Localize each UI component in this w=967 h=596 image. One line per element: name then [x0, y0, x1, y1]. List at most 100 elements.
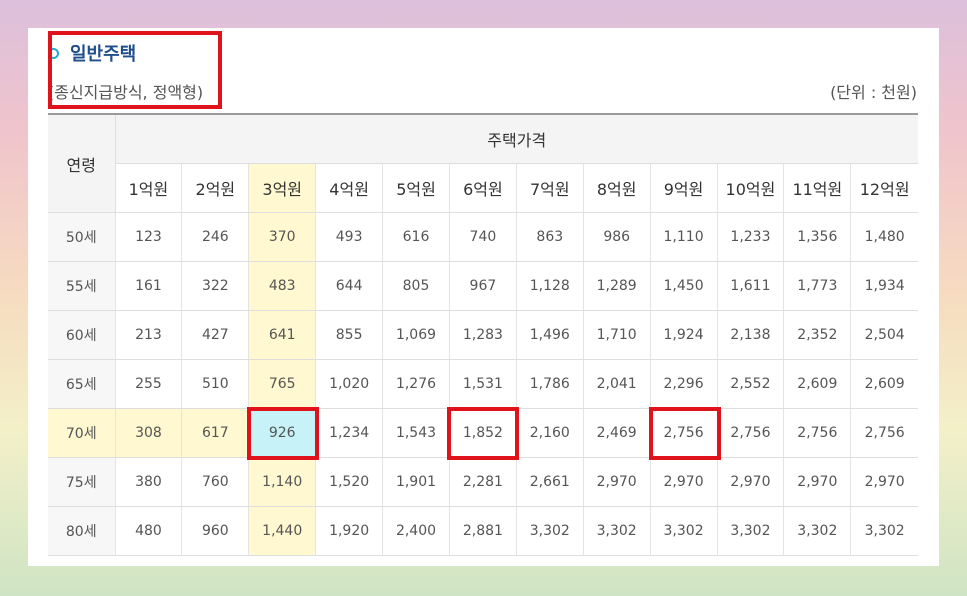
table-cell: 2,469: [583, 408, 651, 458]
table-cell: 760: [181, 457, 250, 507]
table-cell: 1,276: [382, 359, 450, 409]
table-cell: 740: [449, 212, 517, 262]
unit-label: (단위 : 천원): [830, 83, 917, 102]
column-header: 6억원: [449, 163, 517, 213]
column-header: 2억원: [181, 163, 250, 213]
table-cell: 2,970: [717, 457, 785, 507]
age-cell: 70세: [48, 408, 116, 458]
table-cell: 3,302: [583, 506, 651, 556]
price-header: 주택가격: [115, 114, 918, 164]
table-cell: 2,970: [850, 457, 918, 507]
table-cell: 1,450: [650, 261, 718, 311]
age-cell: 80세: [48, 506, 116, 556]
table-cell: 2,970: [783, 457, 852, 507]
age-header: 연령: [48, 114, 116, 213]
table-cell: 1,543: [382, 408, 450, 458]
table-cell: 1,710: [583, 310, 651, 360]
table-cell: 1,934: [850, 261, 918, 311]
column-header-row: 1억원 2억원 3억원 4억원 5억원 6억원 7억원 8억원 9억원 10억원 11억원 12억원: [48, 163, 918, 213]
table-cell: 967: [449, 261, 517, 311]
table-cell: 1,920: [315, 506, 384, 556]
table-cell: 3,302: [650, 506, 718, 556]
table-cell: 644: [315, 261, 384, 311]
table-row: 75세 380 760 1,140 1,520 1,901 2,281 2,661 2,970 2…: [48, 457, 918, 507]
table-cell: 493: [315, 212, 384, 262]
table-cell: 2,160: [516, 408, 584, 458]
table-cell: 510: [181, 359, 250, 409]
age-cell: 50세: [48, 212, 116, 262]
table-row: 55세 161 322 483 644 805 967 1,128 1,289 1,450 1,61…: [48, 261, 918, 311]
table-row: 80세 480 960 1,440 1,920 2,400 2,881 3,302 3,302 3…: [48, 506, 918, 556]
table-cell: 926: [248, 408, 317, 458]
table-cell: 805: [382, 261, 450, 311]
table-cell: 1,356: [783, 212, 852, 262]
table-cell: 1,852: [449, 408, 517, 458]
table-cell: 863: [516, 212, 584, 262]
table-row: 70세 308 617 926 1,234 1,543 1,852 2,160 2,469 2,7…: [48, 408, 918, 458]
table-cell: 3,302: [516, 506, 584, 556]
table-cell: 2,041: [583, 359, 651, 409]
table-cell: 1,773: [783, 261, 852, 311]
table-cell: 1,233: [717, 212, 785, 262]
column-header: 10억원: [717, 163, 785, 213]
table-cell: 986: [583, 212, 651, 262]
age-cell: 65세: [48, 359, 116, 409]
age-cell: 55세: [48, 261, 116, 311]
table-row: 65세 255 510 765 1,020 1,276 1,531 1,786 2,041 2,2…: [48, 359, 918, 409]
table-cell: 2,504: [850, 310, 918, 360]
table-cell: 308: [115, 408, 183, 458]
table-cell: 2,400: [382, 506, 450, 556]
table-cell: 1,786: [516, 359, 584, 409]
table-cell: 483: [248, 261, 317, 311]
table-cell: 1,283: [449, 310, 517, 360]
table-cell: 480: [115, 506, 183, 556]
title-annotation-box: [48, 31, 222, 109]
table-cell: 2,138: [717, 310, 785, 360]
table-cell: 765: [248, 359, 317, 409]
table-cell: 1,520: [315, 457, 384, 507]
column-header: 4억원: [315, 163, 384, 213]
table-cell: 370: [248, 212, 317, 262]
table-row: 60세 213 427 641 855 1,069 1,283 1,496 1,710 1,924…: [48, 310, 918, 360]
table-cell: 1,480: [850, 212, 918, 262]
table-cell: 213: [115, 310, 183, 360]
table-cell: 2,352: [783, 310, 852, 360]
table-cell: 641: [248, 310, 317, 360]
table-cell: 1,069: [382, 310, 450, 360]
table-cell: 246: [181, 212, 250, 262]
content-card: 일반주택 (종신지급방식, 정액형) (단위 : 천원) 연령 주택가격 1억원…: [28, 28, 939, 566]
table-cell: 617: [181, 408, 250, 458]
table-cell: 616: [382, 212, 450, 262]
table-cell: 1,128: [516, 261, 584, 311]
column-header: 9억원: [650, 163, 718, 213]
table-row: 50세 123 246 370 493 616 740 863 986 1,110 1,233 1,3…: [48, 212, 918, 262]
table-cell: 1,440: [248, 506, 317, 556]
table-cell: 427: [181, 310, 250, 360]
table-cell: 123: [115, 212, 183, 262]
table-cell: 161: [115, 261, 183, 311]
table-cell: 2,296: [650, 359, 718, 409]
table-cell: 1,110: [650, 212, 718, 262]
table-cell: 2,756: [650, 408, 718, 458]
table-cell: 1,289: [583, 261, 651, 311]
column-header: 7억원: [516, 163, 584, 213]
table-cell: 2,881: [449, 506, 517, 556]
table-cell: 380: [115, 457, 183, 507]
column-header: 8억원: [583, 163, 651, 213]
table-cell: 2,756: [717, 408, 785, 458]
table-cell: 2,281: [449, 457, 517, 507]
age-cell: 75세: [48, 457, 116, 507]
table-cell: 2,756: [850, 408, 918, 458]
table-cell: 255: [115, 359, 183, 409]
table-cell: 2,609: [850, 359, 918, 409]
table-cell: 2,609: [783, 359, 852, 409]
table-cell: 1,140: [248, 457, 317, 507]
table-cell: 1,901: [382, 457, 450, 507]
table-cell: 1,611: [717, 261, 785, 311]
table-cell: 2,756: [783, 408, 852, 458]
table-cell: 1,020: [315, 359, 384, 409]
pension-table: 연령 주택가격 1억원 2억원 3억원 4억원 5억원 6억원 7억원 8억원 9억원 10억원 1…: [48, 113, 918, 556]
table-cell: 1,924: [650, 310, 718, 360]
table-cell: 2,970: [583, 457, 651, 507]
column-header: 11억원: [783, 163, 852, 213]
